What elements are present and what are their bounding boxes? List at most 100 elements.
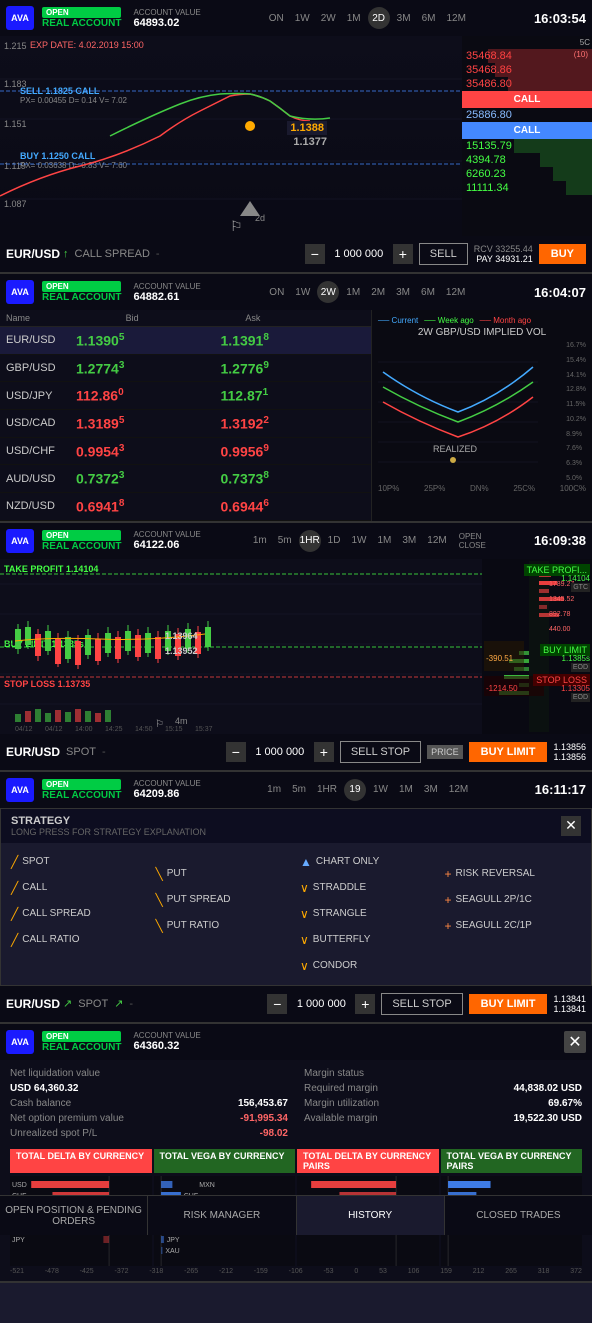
tf-1hr-4[interactable]: 1HR bbox=[313, 782, 341, 797]
rate-row-gbpusd[interactable]: GBP/USD 1.27743 1.27769 bbox=[0, 355, 371, 383]
net-option-label: Net option premium value bbox=[10, 1113, 124, 1124]
tf-3m-2[interactable]: 3M bbox=[392, 285, 414, 300]
account-value-label-4: ACCOUNT VALUE bbox=[133, 779, 200, 788]
tf-2m-2[interactable]: 2M bbox=[367, 285, 389, 300]
stop-loss-value-right: 1.13305 bbox=[561, 684, 590, 693]
panel-5-close-button[interactable]: ✕ bbox=[564, 1031, 586, 1053]
strategy-empty-row bbox=[152, 849, 297, 861]
qty-plus-1[interactable]: + bbox=[393, 244, 413, 264]
strategy-put-spread[interactable]: ╲ PUT SPREAD bbox=[152, 887, 297, 913]
tf-3m-1[interactable]: 3M bbox=[393, 11, 415, 26]
strategy-call-ratio[interactable]: ╱ CALL RATIO bbox=[7, 927, 152, 953]
sell-button-1[interactable]: SELL bbox=[419, 243, 468, 265]
tf-1m-2[interactable]: 1M bbox=[342, 285, 364, 300]
rate-row-nzdusd[interactable]: NZD/USD 0.69418 0.69446 bbox=[0, 493, 371, 521]
tf-1hr-3[interactable]: 1HR bbox=[299, 530, 321, 552]
call-buy-button[interactable]: CALL bbox=[462, 91, 592, 108]
ask-audusd: 0.73738 bbox=[221, 470, 366, 487]
seagull-2c1p-label: SEAGULL 2C/1P bbox=[456, 920, 532, 931]
tf-1m-1[interactable]: 1M bbox=[343, 11, 365, 26]
strategy-modal-subtitle: LONG PRESS FOR STRATEGY EXPLANATION bbox=[11, 827, 206, 837]
strategy-put-ratio[interactable]: ╲ PUT RATIO bbox=[152, 913, 297, 939]
tf-1w-1[interactable]: 1W bbox=[291, 11, 314, 26]
strategy-call[interactable]: ╱ CALL bbox=[7, 875, 152, 901]
tf-1m2-4[interactable]: 1M bbox=[395, 782, 417, 797]
tf-1w-2[interactable]: 1W bbox=[291, 285, 314, 300]
strategy-modal: STRATEGY LONG PRESS FOR STRATEGY EXPLANA… bbox=[0, 808, 592, 986]
pair-display-4: EUR/USD ↗ bbox=[6, 997, 72, 1011]
svg-text:JPY: JPY bbox=[166, 1237, 179, 1244]
tf-3m-3[interactable]: 3M bbox=[398, 533, 420, 548]
sell-stop-button-4[interactable]: SELL STOP bbox=[381, 993, 462, 1015]
rate-row-audusd[interactable]: AUD/USD 0.73723 0.73738 bbox=[0, 465, 371, 493]
tf-3m-4[interactable]: 3M bbox=[420, 782, 442, 797]
strategy-spot[interactable]: ╱ SPOT bbox=[7, 849, 152, 875]
tf-1m-3[interactable]: 1m bbox=[249, 533, 271, 548]
tf-12m-3[interactable]: 12M bbox=[423, 533, 450, 548]
strategy-risk-reversal[interactable]: + RISK REVERSAL bbox=[441, 861, 586, 887]
call-sell-button[interactable]: CALL bbox=[462, 122, 592, 139]
nav-history[interactable]: HISTORY bbox=[297, 1196, 445, 1235]
strategy-call-spread[interactable]: ╱ CALL SPREAD bbox=[7, 901, 152, 927]
panel-2-rates: AVA OPEN REAL ACCOUNT ACCOUNT VALUE 6488… bbox=[0, 274, 592, 523]
nav-closed-trades[interactable]: CLOSED TRADES bbox=[445, 1196, 592, 1235]
account-name-1: REAL ACCOUNT bbox=[42, 18, 121, 29]
strategy-butterfly[interactable]: ∨ BUTTERFLY bbox=[296, 927, 441, 953]
buy-button-1[interactable]: BUY bbox=[539, 244, 586, 264]
qty-minus-4[interactable]: − bbox=[267, 994, 287, 1014]
tf-1m-4[interactable]: 1m bbox=[263, 782, 285, 797]
bottom-navigation: OPEN POSITION & PENDING ORDERS RISK MANA… bbox=[0, 1195, 592, 1235]
sell-stop-button-3[interactable]: SELL STOP bbox=[340, 741, 421, 763]
strategy-strangle[interactable]: ∨ STRANGLE bbox=[296, 901, 441, 927]
ask-usdchf: 0.99569 bbox=[221, 443, 366, 460]
strategy-put[interactable]: ╲ PUT bbox=[152, 861, 297, 887]
qty-minus-3[interactable]: − bbox=[226, 742, 246, 762]
strategy-display-4[interactable]: SPOT bbox=[78, 998, 108, 1010]
tf-12m-2[interactable]: 12M bbox=[442, 285, 469, 300]
open-label: OPEN bbox=[459, 532, 486, 541]
cash-balance-value: 156,453.67 bbox=[238, 1098, 288, 1109]
tf-6m-1[interactable]: 6M bbox=[418, 11, 440, 26]
strategy-chart-only[interactable]: ▲ CHART ONLY bbox=[296, 849, 441, 875]
tf-1m2-3[interactable]: 1M bbox=[373, 533, 395, 548]
tf-12m-1[interactable]: 12M bbox=[442, 11, 469, 26]
tf-1w-4[interactable]: 1W bbox=[369, 782, 392, 797]
tf-5m-4[interactable]: 5m bbox=[288, 782, 310, 797]
rate-row-usdchf[interactable]: USD/CHF 0.99543 0.99569 bbox=[0, 438, 371, 466]
qty-minus-1[interactable]: − bbox=[305, 244, 325, 264]
tf-2w-2[interactable]: 2W bbox=[317, 281, 339, 303]
rate-row-eurusd[interactable]: EUR/USD 1.13905 1.13918 bbox=[0, 327, 371, 355]
buy-limit-button-4[interactable]: BUY LIMIT bbox=[469, 994, 548, 1014]
strategy-seagull-2p1c[interactable]: + SEAGULL 2P/1C bbox=[441, 887, 586, 913]
tf-19-4[interactable]: 19 bbox=[344, 779, 366, 801]
rate-row-usdjpy[interactable]: USD/JPY 112.860 112.871 bbox=[0, 382, 371, 410]
nav-risk-manager[interactable]: RISK MANAGER bbox=[148, 1196, 296, 1235]
strategy-condor[interactable]: ∨ CONDOR bbox=[296, 953, 441, 979]
rate-row-usdcad[interactable]: USD/CAD 1.31895 1.31922 bbox=[0, 410, 371, 438]
rates-table: Name Bid Ask EUR/USD 1.13905 1.13918 GBP… bbox=[0, 310, 372, 521]
tf-2w-1[interactable]: 2W bbox=[317, 11, 340, 26]
strategy-empty-row-2 bbox=[441, 849, 586, 861]
nav-open-positions-label: OPEN POSITION & PENDING ORDERS bbox=[0, 1205, 147, 1227]
net-option-value: -91,995.34 bbox=[240, 1113, 288, 1124]
tf-6m-2[interactable]: 6M bbox=[417, 285, 439, 300]
tf-on-2[interactable]: ON bbox=[265, 285, 288, 300]
quantity-control-4: − 1 000 000 + bbox=[267, 994, 375, 1014]
strategy-straddle[interactable]: ∨ STRADDLE bbox=[296, 875, 441, 901]
strategy-modal-close[interactable]: ✕ bbox=[561, 816, 581, 836]
buy-limit-button-3[interactable]: BUY LIMIT bbox=[469, 742, 548, 762]
qty-plus-3[interactable]: + bbox=[314, 742, 334, 762]
tf-12m-4[interactable]: 12M bbox=[445, 782, 472, 797]
tf-on-1[interactable]: ON bbox=[265, 11, 288, 26]
straddle-label: STRADDLE bbox=[313, 882, 366, 893]
qty-plus-4[interactable]: + bbox=[355, 994, 375, 1014]
strategy-display-3[interactable]: SPOT bbox=[66, 746, 96, 758]
tf-2d-1[interactable]: 2D bbox=[368, 7, 390, 29]
strategy-display-1[interactable]: CALL SPREAD bbox=[75, 248, 150, 260]
strategy-seagull-2c1p[interactable]: + SEAGULL 2C/1P bbox=[441, 913, 586, 939]
nav-open-positions[interactable]: OPEN POSITION & PENDING ORDERS bbox=[0, 1196, 148, 1235]
tf-5m-3[interactable]: 5m bbox=[274, 533, 296, 548]
put-spread-label: PUT SPREAD bbox=[167, 894, 231, 905]
tf-1d-3[interactable]: 1D bbox=[324, 533, 345, 548]
tf-1w-3[interactable]: 1W bbox=[347, 533, 370, 548]
